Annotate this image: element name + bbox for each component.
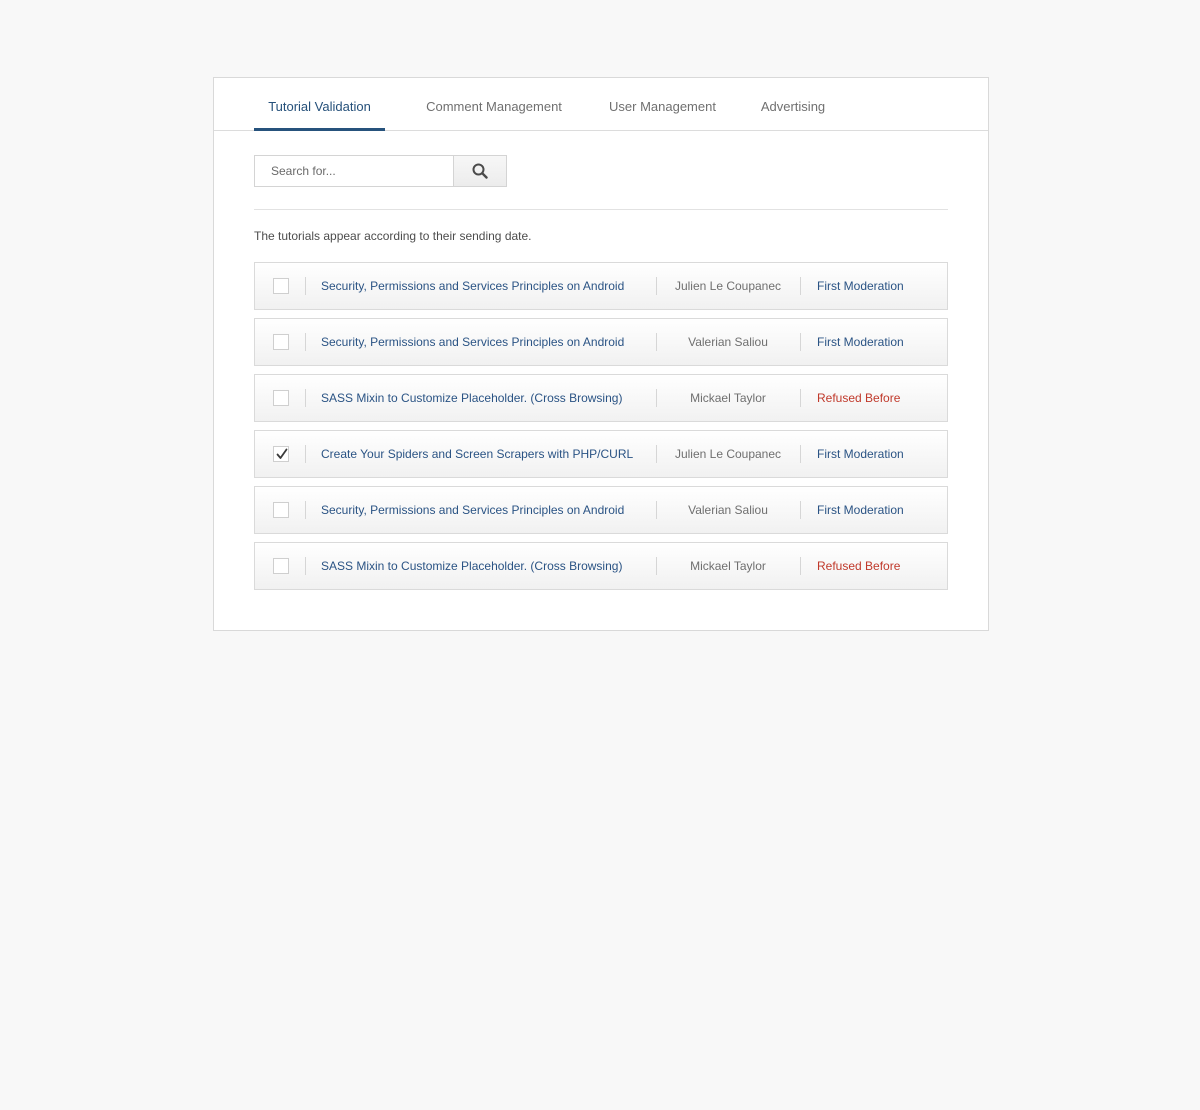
row-separator xyxy=(305,333,306,351)
row-checkbox[interactable] xyxy=(273,390,289,406)
search-icon xyxy=(472,163,488,179)
row-separator xyxy=(800,501,801,519)
moderation-panel: Tutorial Validation Comment Management U… xyxy=(213,77,989,631)
tutorial-title-link[interactable]: SASS Mixin to Customize Placeholder. (Cr… xyxy=(321,543,622,589)
row-checkbox[interactable] xyxy=(273,502,289,518)
row-separator xyxy=(305,501,306,519)
tutorial-title-link[interactable]: Security, Permissions and Services Princ… xyxy=(321,319,624,365)
tutorial-row: SASS Mixin to Customize Placeholder. (Cr… xyxy=(254,374,948,422)
tutorial-author: Mickael Taylor xyxy=(690,559,766,573)
tab-bar: Tutorial Validation Comment Management U… xyxy=(214,78,988,131)
tab-user-management[interactable]: User Management xyxy=(599,78,726,130)
tab-comment-management[interactable]: Comment Management xyxy=(413,78,575,130)
tutorial-row: Security, Permissions and Services Princ… xyxy=(254,318,948,366)
tutorial-row: Security, Permissions and Services Princ… xyxy=(254,486,948,534)
status-link[interactable]: First Moderation xyxy=(817,319,904,365)
tutorial-author: Mickael Taylor xyxy=(690,391,766,405)
row-checkbox[interactable] xyxy=(273,334,289,350)
row-separator xyxy=(800,389,801,407)
tutorial-author: Valerian Saliou xyxy=(688,503,768,517)
row-separator xyxy=(800,333,801,351)
tutorial-title-link[interactable]: Security, Permissions and Services Princ… xyxy=(321,487,624,533)
tutorial-title-link[interactable]: Security, Permissions and Services Princ… xyxy=(321,263,624,309)
tutorial-title-link[interactable]: Create Your Spiders and Screen Scrapers … xyxy=(321,431,633,477)
status-link[interactable]: First Moderation xyxy=(817,263,904,309)
checkmark-icon xyxy=(276,448,288,459)
tutorial-author: Julien Le Coupanec xyxy=(674,279,782,293)
divider xyxy=(254,209,948,210)
row-separator xyxy=(800,277,801,295)
search-button[interactable] xyxy=(453,155,507,187)
tutorial-row: Security, Permissions and Services Princ… xyxy=(254,262,948,310)
tutorial-title-link[interactable]: SASS Mixin to Customize Placeholder. (Cr… xyxy=(321,375,622,421)
row-checkbox[interactable] xyxy=(273,558,289,574)
row-separator xyxy=(800,557,801,575)
tutorial-author: Julien Le Coupanec xyxy=(674,447,782,461)
status-link[interactable]: First Moderation xyxy=(817,487,904,533)
tab-advertising[interactable]: Advertising xyxy=(752,78,834,130)
tab-tutorial-validation[interactable]: Tutorial Validation xyxy=(254,78,385,131)
row-checkbox[interactable] xyxy=(273,278,289,294)
status-link[interactable]: First Moderation xyxy=(817,431,904,477)
tutorial-row: Create Your Spiders and Screen Scrapers … xyxy=(254,430,948,478)
row-separator xyxy=(800,445,801,463)
row-separator xyxy=(305,277,306,295)
row-separator xyxy=(305,389,306,407)
row-checkbox[interactable] xyxy=(273,446,289,462)
row-separator xyxy=(305,445,306,463)
status-link[interactable]: Refused Before xyxy=(817,375,900,421)
tutorial-row: SASS Mixin to Customize Placeholder. (Cr… xyxy=(254,542,948,590)
search-input[interactable] xyxy=(254,155,454,187)
status-link[interactable]: Refused Before xyxy=(817,543,900,589)
search-bar xyxy=(254,155,507,187)
row-separator xyxy=(305,557,306,575)
tutorial-author: Valerian Saliou xyxy=(688,335,768,349)
info-text: The tutorials appear according to their … xyxy=(254,229,532,243)
